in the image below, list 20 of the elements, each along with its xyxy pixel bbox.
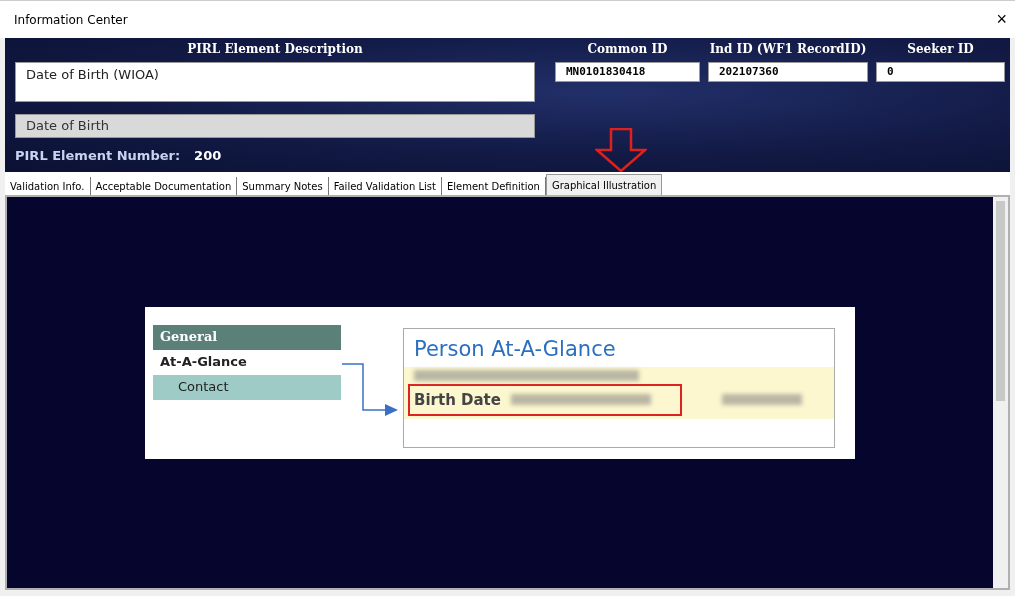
id-label: Common ID [586,42,669,56]
tab[interactable]: Graphical Illustration [545,174,663,195]
id-field[interactable]: 202107360 [708,62,868,82]
close-button[interactable]: × [994,9,1009,30]
id-field[interactable]: 0 [876,62,1005,82]
short-name-field[interactable]: Date of Birth [15,114,535,138]
menu-header: General [153,324,341,350]
connector-arrow [341,361,399,418]
id-field[interactable]: MN0101830418 [555,62,700,82]
description-field[interactable]: Date of Birth (WIOA) [15,62,535,102]
field-label: Birth Date [414,390,501,409]
scrollbar[interactable] [993,197,1008,588]
arrow-icon [595,128,647,172]
window-title: Information Center [14,12,128,27]
description-label: PIRL Element Description [186,42,364,56]
card-title: Person At-A-Glance [413,336,617,361]
element-number-label: PIRL Element Number: [15,148,181,163]
id-label: Ind ID (WF1 RecordID) [708,42,868,56]
element-number: 200 [194,148,222,163]
id-label: Seeker ID [906,42,975,56]
